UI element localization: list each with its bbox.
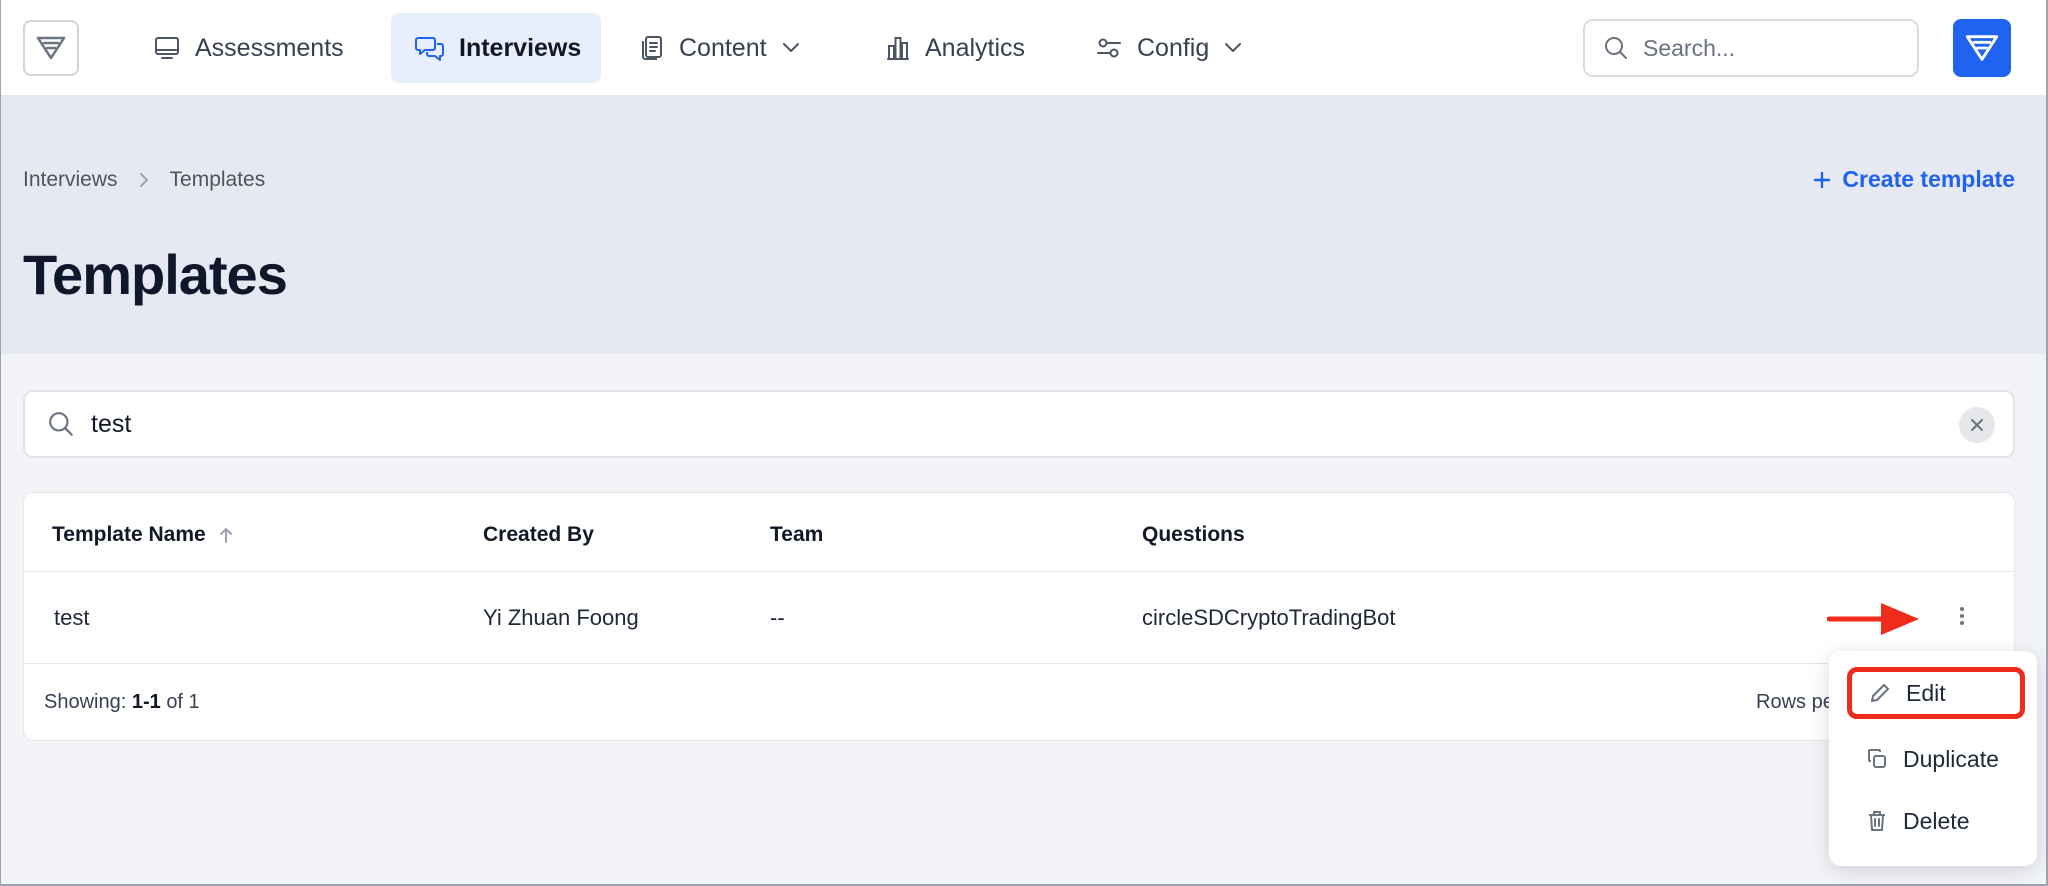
cell-created-by: Yi Zhuan Foong xyxy=(483,605,639,630)
global-search[interactable] xyxy=(1583,19,1919,77)
nav-label: Config xyxy=(1137,33,1210,62)
kebab-dot xyxy=(1960,614,1964,618)
column-header-team[interactable]: Team xyxy=(770,523,823,547)
nav-interviews[interactable]: Interviews xyxy=(391,13,601,83)
top-nav: Assessments Interviews Content Analytics… xyxy=(1,0,2046,96)
logo-icon xyxy=(36,36,66,60)
plus-icon xyxy=(1814,171,1831,188)
breadcrumb-templates: Templates xyxy=(169,168,266,191)
search-icon xyxy=(49,412,73,436)
create-template-label: Create template xyxy=(1842,166,2015,192)
menu-item-label: Duplicate xyxy=(1903,745,1999,772)
cell-team: -- xyxy=(770,605,785,630)
avatar[interactable] xyxy=(1953,19,2011,77)
nav-analytics[interactable]: Analytics xyxy=(861,13,1049,83)
chat-icon xyxy=(415,37,444,61)
nav-label: Analytics xyxy=(925,33,1026,62)
divider xyxy=(24,571,2014,572)
column-label: Team xyxy=(770,523,824,546)
sliders-icon xyxy=(1097,38,1121,58)
chevron-right-icon xyxy=(139,173,148,187)
menu-item-delete[interactable]: Delete xyxy=(1849,795,2029,847)
column-label: Template Name xyxy=(52,523,206,546)
menu-item-duplicate[interactable]: Duplicate xyxy=(1849,733,2029,785)
row-actions-button[interactable] xyxy=(1954,601,1970,631)
pagination-summary: Showing: 1-1 of 1 xyxy=(44,691,200,714)
showing-label: Showing: xyxy=(44,691,127,713)
breadcrumb-interviews[interactable]: Interviews xyxy=(23,168,118,192)
search-icon xyxy=(1605,37,1627,59)
divider xyxy=(24,663,2014,664)
chevron-down-icon xyxy=(782,43,799,52)
showing-total: of 1 xyxy=(166,691,200,713)
nav-content[interactable]: Content xyxy=(615,13,825,83)
cell-questions: circleSDCryptoTradingBot xyxy=(1142,605,1396,630)
clear-search-button[interactable] xyxy=(1959,407,1995,443)
page-title: Templates xyxy=(23,243,288,306)
template-search[interactable] xyxy=(23,390,2015,458)
breadcrumb: Interviews Templates xyxy=(23,168,265,192)
column-header-questions[interactable]: Questions xyxy=(1142,523,1245,547)
pencil-icon xyxy=(1871,684,1889,702)
row-actions-menu: Edit Duplicate Delete xyxy=(1829,651,2037,866)
cell-template-name[interactable]: test xyxy=(54,605,89,631)
column-label: Questions xyxy=(1142,523,1245,546)
template-search-input[interactable] xyxy=(91,409,1791,439)
bar-chart-icon xyxy=(887,37,909,60)
trash-icon xyxy=(1869,811,1885,831)
column-header-template-name[interactable]: Template Name xyxy=(52,523,234,547)
nav-config[interactable]: Config xyxy=(1071,13,1267,83)
nav-assessments[interactable]: Assessments xyxy=(129,13,368,83)
nav-label: Interviews xyxy=(459,33,582,62)
app-frame: Assessments Interviews Content Analytics… xyxy=(0,0,2048,886)
rows-per-page-label: Rows pe xyxy=(1756,691,1834,713)
templates-table: Template Name Created By Team Questions … xyxy=(23,492,2015,741)
page-header: Interviews Templates Create template Tem… xyxy=(1,96,2046,354)
column-header-created-by[interactable]: Created By xyxy=(483,523,594,547)
copy-icon xyxy=(1868,749,1886,768)
nav-label: Assessments xyxy=(195,33,344,62)
annotation-arrow-icon xyxy=(1827,603,1919,635)
global-search-input[interactable] xyxy=(1643,34,1883,62)
menu-item-label: Delete xyxy=(1903,807,1970,834)
sort-ascending-icon xyxy=(219,528,232,543)
menu-item-edit[interactable]: Edit xyxy=(1847,667,2025,719)
logo-button[interactable] xyxy=(23,20,79,76)
menu-item-label: Edit xyxy=(1906,679,1946,706)
kebab-dot xyxy=(1960,607,1964,611)
showing-range: 1-1 xyxy=(131,691,161,713)
create-template-button[interactable]: Create template xyxy=(1812,166,2015,193)
monitor-icon xyxy=(155,37,179,59)
chevron-down-icon xyxy=(1225,43,1242,52)
logo-icon xyxy=(1965,35,1999,61)
close-icon xyxy=(1971,419,1983,431)
column-label: Created By xyxy=(483,523,594,546)
kebab-dot xyxy=(1960,621,1964,625)
documents-icon xyxy=(642,36,662,60)
nav-label: Content xyxy=(679,33,767,62)
